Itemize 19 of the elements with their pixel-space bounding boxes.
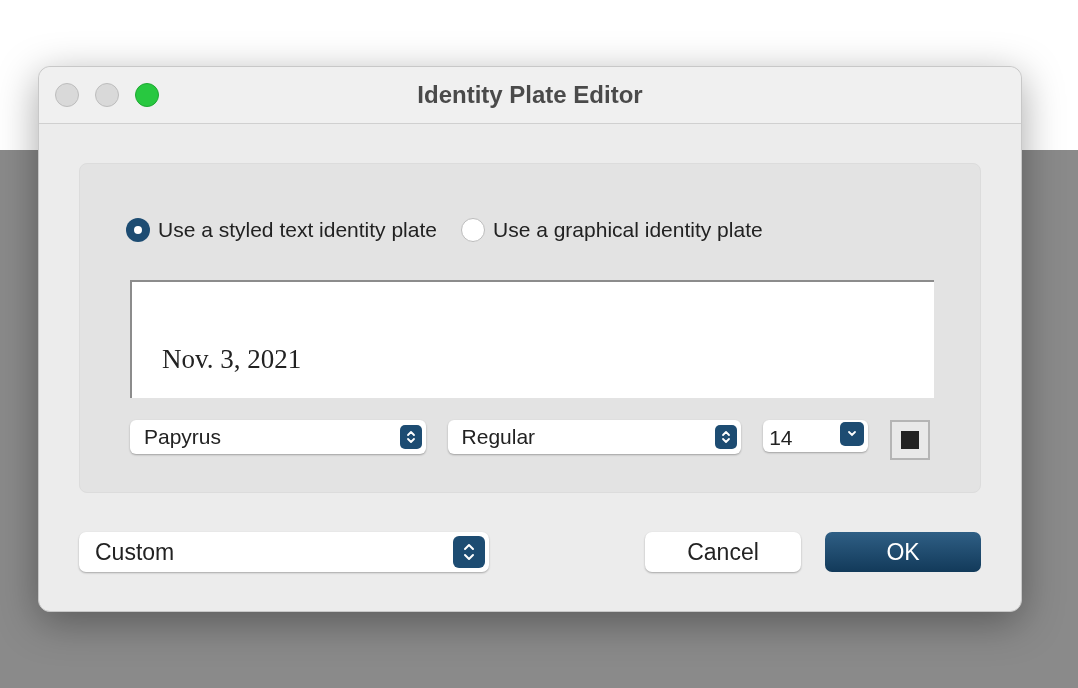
stepper-arrows-icon bbox=[399, 424, 422, 449]
font-style-popup[interactable]: Regular bbox=[447, 419, 742, 454]
chevron-down-icon bbox=[840, 421, 865, 446]
window-control-button[interactable] bbox=[135, 83, 159, 107]
font-size-field[interactable]: 14 bbox=[763, 419, 869, 452]
window-control-button[interactable] bbox=[95, 83, 119, 107]
radio-option[interactable]: Use a styled text identity plate bbox=[126, 214, 437, 246]
color-well[interactable] bbox=[890, 419, 930, 460]
preview-text: Nov. 3, 2021 bbox=[162, 343, 302, 376]
font-family-popup[interactable]: Papyrus bbox=[130, 419, 426, 454]
window-title: Identity Plate Editor bbox=[417, 80, 643, 110]
stepper-arrows-icon bbox=[715, 424, 738, 449]
stepper-arrows-icon bbox=[453, 536, 485, 568]
radio-option[interactable]: Use a graphical identity plate bbox=[461, 214, 763, 246]
window-control-button[interactable] bbox=[55, 83, 79, 107]
cancel-button[interactable]: Cancel bbox=[645, 532, 801, 572]
ok-button[interactable]: OK bbox=[825, 532, 981, 572]
preview-area[interactable]: Nov. 3, 2021 bbox=[130, 279, 934, 398]
preset-popup[interactable]: Custom bbox=[79, 532, 489, 572]
